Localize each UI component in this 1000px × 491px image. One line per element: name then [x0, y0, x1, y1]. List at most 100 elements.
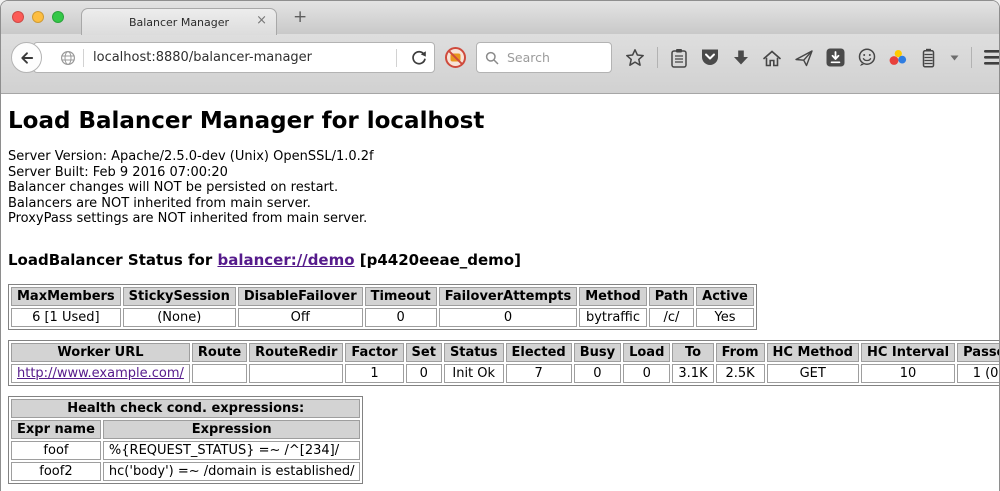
cell-expr-name: foof2 [11, 462, 101, 481]
cell-stickysession: (None) [123, 308, 236, 327]
tab-title: Balancer Manager [129, 16, 229, 29]
back-button[interactable] [11, 42, 42, 73]
col-load: Load [623, 343, 670, 362]
new-tab-button[interactable]: + [293, 7, 307, 27]
cell-passes: 1 (0) [957, 364, 1000, 383]
table-header-row: MaxMembers StickySession DisableFailover… [11, 287, 754, 306]
url-input[interactable] [91, 49, 389, 66]
col-set: Set [406, 343, 442, 362]
pocket-button[interactable] [700, 46, 720, 70]
cell-status: Init Ok [444, 364, 504, 383]
menu-icon [984, 50, 1000, 65]
urlbar-divider [396, 49, 397, 67]
cell-elected: 7 [506, 364, 572, 383]
table-row: foof2 hc('body') =~ /domain is establish… [11, 462, 360, 481]
battery-status-button[interactable] [919, 46, 938, 70]
send-icon [794, 49, 814, 67]
noscript-button[interactable] [444, 42, 467, 73]
col-to: To [672, 343, 713, 362]
col-worker-url: Worker URL [11, 343, 190, 362]
noscript-icon [444, 46, 467, 69]
cell-to: 3.1K [672, 364, 713, 383]
downloads-button[interactable] [732, 46, 750, 70]
col-path: Path [649, 287, 694, 306]
cell-maxmembers: 6 [1 Used] [11, 308, 121, 327]
search-bar[interactable] [476, 42, 612, 73]
balancer-summary-table: MaxMembers StickySession DisableFailover… [8, 284, 757, 330]
extension-dots-button[interactable] [889, 46, 907, 70]
cell-expr-name: foof [11, 441, 101, 460]
feedback-smiley-icon [857, 48, 877, 67]
table-row: 6 [1 Used] (None) Off 0 0 bytraffic /c/ … [11, 308, 754, 327]
navigation-toolbar [1, 34, 999, 94]
close-window-button[interactable] [12, 11, 24, 23]
clipboard-icon [670, 48, 688, 68]
cell-timeout: 0 [365, 308, 437, 327]
bookmark-star-icon [625, 48, 645, 67]
bookmark-button[interactable] [625, 46, 645, 70]
menu-button[interactable] [984, 46, 1000, 70]
search-icon [485, 51, 499, 65]
health-check-table: Health check cond. expressions: Expr nam… [8, 396, 363, 484]
balancers-note-line: Balancers are NOT inherited from main se… [8, 196, 991, 212]
worker-table: Worker URL Route RouteRedir Factor Set S… [8, 340, 1000, 386]
cell-factor: 1 [345, 364, 403, 383]
worker-url-link[interactable]: http://www.example.com/ [17, 366, 184, 381]
cell-load: 0 [623, 364, 670, 383]
tab-close-icon[interactable]: × [256, 14, 267, 28]
col-elected: Elected [506, 343, 572, 362]
col-failoverattempts: FailoverAttempts [439, 287, 578, 306]
col-timeout: Timeout [365, 287, 437, 306]
cell-from: 2.5K [716, 364, 765, 383]
overflow-caret-button[interactable] [950, 46, 959, 70]
feedback-button[interactable] [857, 46, 877, 70]
search-input[interactable] [505, 49, 595, 66]
table-header-row: Worker URL Route RouteRedir Factor Set S… [11, 343, 1000, 362]
toolbar-divider [657, 47, 658, 68]
cell-set: 0 [406, 364, 442, 383]
cell-busy: 0 [574, 364, 621, 383]
col-from: From [716, 343, 765, 362]
page-title: Load Balancer Manager for localhost [8, 108, 991, 134]
cell-expression: %{REQUEST_STATUS} =~ /^[234]/ [103, 441, 361, 460]
tab-balancer-manager[interactable]: Balancer Manager × [81, 8, 277, 35]
send-tab-button[interactable] [794, 46, 814, 70]
cell-hc-method: GET [767, 364, 859, 383]
cell-routeredir [249, 364, 343, 383]
home-icon [762, 49, 782, 67]
cell-active: Yes [696, 308, 754, 327]
home-button[interactable] [762, 46, 782, 70]
page-content: Load Balancer Manager for localhost Serv… [1, 108, 999, 491]
browser-window: Balancer Manager × + [0, 0, 1000, 491]
battery-icon [919, 48, 938, 68]
health-table-title: Health check cond. expressions: [11, 399, 360, 418]
download-icon [732, 49, 750, 67]
col-route: Route [192, 343, 247, 362]
colored-dots-icon [889, 49, 907, 66]
table-row: http://www.example.com/ 1 0 Init Ok 7 0 … [11, 364, 1000, 383]
col-hc-interval: HC Interval [861, 343, 955, 362]
video-download-button[interactable] [826, 46, 845, 70]
back-arrow-icon [18, 49, 35, 67]
table-row: foof %{REQUEST_STATUS} =~ /^[234]/ [11, 441, 360, 460]
reading-list-button[interactable] [670, 46, 688, 70]
minimize-window-button[interactable] [32, 11, 44, 23]
table-header-row: Expr name Expression [11, 420, 360, 439]
toolbar-buttons [625, 42, 1000, 73]
cell-method: bytraffic [579, 308, 646, 327]
balancer-demo-link[interactable]: balancer://demo [217, 251, 354, 269]
cell-disablefailover: Off [238, 308, 363, 327]
pocket-icon [700, 48, 720, 67]
status-prefix: LoadBalancer Status for [8, 251, 212, 269]
col-method: Method [579, 287, 646, 306]
col-routeredir: RouteRedir [249, 343, 343, 362]
traffic-lights [12, 11, 64, 23]
url-bar[interactable] [33, 42, 435, 73]
proxypass-note-line: ProxyPass settings are NOT inherited fro… [8, 211, 991, 227]
col-busy: Busy [574, 343, 621, 362]
col-factor: Factor [345, 343, 403, 362]
zoom-window-button[interactable] [52, 11, 64, 23]
reload-button[interactable] [404, 43, 434, 72]
server-info: Server Version: Apache/2.5.0-dev (Unix) … [8, 149, 991, 227]
col-passes: Passes [957, 343, 1000, 362]
